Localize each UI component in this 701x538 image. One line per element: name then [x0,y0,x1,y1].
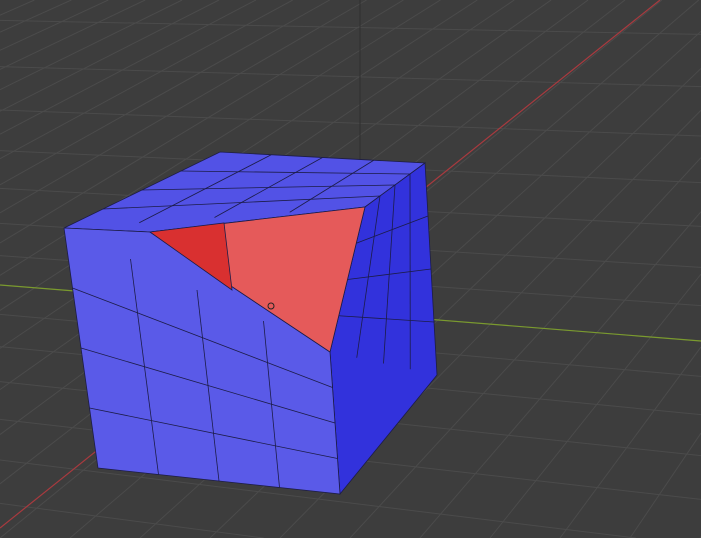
grid-line [0,0,72,33]
grid-line [0,0,183,91]
grid-line [0,0,146,70]
grid-line [0,0,35,16]
3d-viewport[interactable] [0,0,701,538]
viewport-canvas[interactable] [0,0,701,538]
cube-mesh[interactable] [63,151,438,496]
grid-line [419,211,701,538]
grid-line [0,66,701,88]
grid-line [0,0,257,135]
grid-line [0,109,701,137]
grid-line [489,273,701,538]
grid-line [0,502,264,538]
